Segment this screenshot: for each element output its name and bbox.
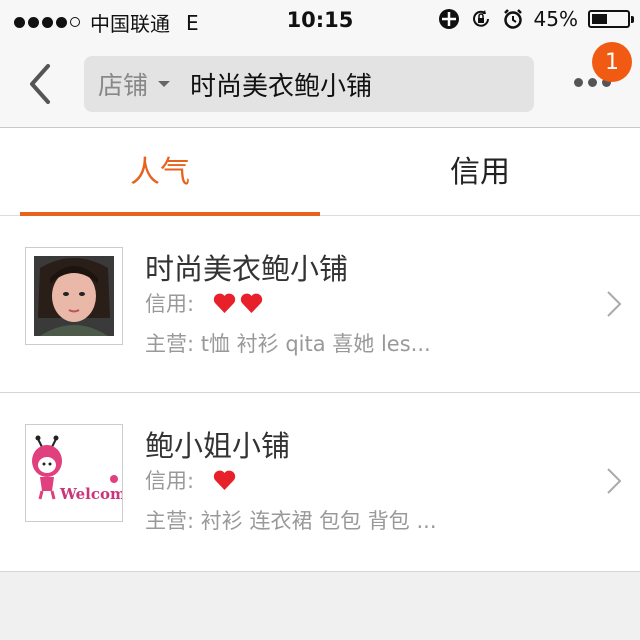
location-icon bbox=[438, 9, 459, 29]
notification-badge: 1 bbox=[592, 42, 632, 82]
credit-label: 信用: bbox=[145, 469, 195, 493]
battery-fill bbox=[592, 14, 608, 24]
shop-credit: 信用: bbox=[145, 288, 264, 318]
search-scope-label[interactable]: 店铺 bbox=[98, 66, 148, 102]
battery-icon bbox=[588, 10, 634, 28]
main-items: 衬衫 连衣裙 包包 背包 ... bbox=[200, 509, 437, 533]
logo-text: Welcome bbox=[59, 485, 122, 503]
shop-main-categories: 主营: 衬衫 连衣裙 包包 背包 ... bbox=[145, 505, 437, 535]
alarm-icon bbox=[503, 9, 522, 29]
list-item[interactable]: Welcome 鲍小姐小铺 信用: 主营: 衬衫 连衣裙 包包 背包 ... bbox=[0, 393, 640, 572]
shop-name: 鲍小姐小铺 bbox=[145, 429, 291, 463]
chevron-down-icon[interactable] bbox=[158, 81, 171, 87]
status-right: 45% bbox=[438, 7, 634, 31]
shop-name: 时尚美衣鲍小铺 bbox=[145, 252, 349, 286]
tab-popularity-label: 人气 bbox=[130, 155, 190, 190]
chevron-right-icon bbox=[607, 468, 622, 494]
status-bar: 中国联通 E 10:15 45% bbox=[0, 0, 640, 42]
heart-icon bbox=[213, 470, 236, 490]
orientation-lock-icon bbox=[472, 10, 489, 27]
credit-label: 信用: bbox=[145, 292, 195, 316]
shop-credit: 信用: bbox=[145, 465, 237, 495]
heart-icon bbox=[213, 293, 236, 313]
battery-percent: 45% bbox=[533, 7, 578, 31]
shop-list: 时尚美衣鲍小铺 信用: 主营: t恤 衬衫 qita 喜她 les... Wel… bbox=[0, 216, 640, 572]
sort-tabs: 人气 信用 bbox=[0, 128, 640, 217]
main-label: 主营: bbox=[145, 332, 195, 356]
nav-bar: 店铺 时尚美衣鲍小铺 1 bbox=[0, 42, 640, 128]
credit-hearts bbox=[212, 469, 237, 491]
credit-hearts bbox=[212, 292, 264, 314]
main-label: 主营: bbox=[145, 509, 195, 533]
tab-popularity[interactable]: 人气 bbox=[0, 128, 320, 217]
search-query[interactable]: 时尚美衣鲍小铺 bbox=[190, 66, 372, 103]
tab-credit-label: 信用 bbox=[450, 155, 510, 190]
main-items: t恤 衬衫 qita 喜她 les... bbox=[200, 332, 431, 356]
shop-logo: Welcome bbox=[25, 424, 123, 522]
chevron-right-icon bbox=[607, 291, 622, 317]
shop-avatar bbox=[25, 247, 123, 345]
list-item[interactable]: 时尚美衣鲍小铺 信用: 主营: t恤 衬衫 qita 喜她 les... bbox=[0, 216, 640, 393]
shop-main-categories: 主营: t恤 衬衫 qita 喜她 les... bbox=[145, 328, 431, 358]
back-icon[interactable] bbox=[26, 62, 54, 106]
search-bar[interactable]: 店铺 时尚美衣鲍小铺 bbox=[84, 56, 534, 112]
heart-icon bbox=[240, 293, 263, 313]
tab-credit[interactable]: 信用 bbox=[320, 128, 640, 216]
